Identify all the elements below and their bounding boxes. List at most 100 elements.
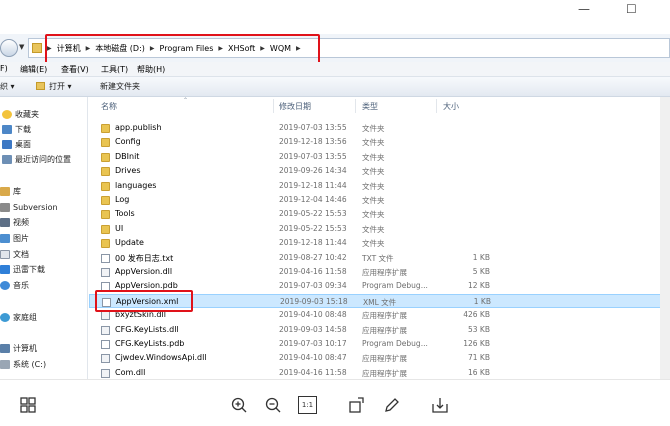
open-button[interactable]: 打开 ▾ xyxy=(36,81,72,92)
file-row-dbinit[interactable]: DBInit 2019-07-03 13:55 文件夹 xyxy=(89,150,670,164)
address-highlight-box xyxy=(45,34,320,65)
maximize-button[interactable]: ☐ xyxy=(626,2,637,16)
menu-view[interactable]: 查看(V) xyxy=(61,64,89,75)
file-date: 2019-09-26 14:34 xyxy=(279,166,347,176)
folder-icon xyxy=(32,43,42,53)
file-type: 文件夹 xyxy=(362,181,385,191)
music-library-icon xyxy=(0,280,10,290)
file-type: 应用程序扩展 xyxy=(362,368,407,378)
drive-icon xyxy=(0,359,10,369)
text-file-icon xyxy=(101,253,110,263)
vertical-scrollbar[interactable] xyxy=(660,97,670,379)
file-row-languages[interactable]: languages 2019-12-18 11:44 文件夹 xyxy=(89,179,670,193)
nav-item-thunder[interactable]: 迅雷下载 xyxy=(0,262,45,276)
thumbnail-grid-icon[interactable] xyxy=(19,396,37,414)
file-type: 文件夹 xyxy=(362,224,385,234)
thunder-download-icon xyxy=(0,264,10,274)
file-row-release-log[interactable]: 00 发布日志.txt 2019-08-27 10:42 TXT 文件 1 KB xyxy=(89,251,670,265)
file-date: 2019-04-10 08:47 xyxy=(279,353,347,363)
actual-size-button[interactable]: 1:1 xyxy=(298,396,317,414)
menu-edit[interactable]: 编辑(E) xyxy=(20,64,47,75)
file-type: XML 文件 xyxy=(363,297,397,307)
dropdown-arrow-icon: ▾ xyxy=(10,82,15,91)
nav-item-label: 家庭组 xyxy=(13,312,37,322)
nav-item-drive-c[interactable]: 系统 (C:) xyxy=(0,357,46,371)
navigation-pane: 收藏夹 下载 桌面 最近访问的位置 库 Subversion 视频 图片 文档 … xyxy=(0,97,88,379)
computer-icon xyxy=(0,343,10,353)
file-date: 2019-07-03 09:34 xyxy=(279,281,347,291)
file-row-cjwdev-windowsapi-dll[interactable]: Cjwdev.WindowsApi.dll 2019-04-10 08:47 应… xyxy=(89,351,670,365)
video-library-icon xyxy=(0,217,10,227)
file-row-update[interactable]: Update 2019-12-18 11:44 文件夹 xyxy=(89,236,670,250)
file-size: 71 KB xyxy=(468,353,490,363)
column-divider[interactable] xyxy=(273,99,274,113)
open-icon xyxy=(36,82,45,90)
nav-item-subversion[interactable]: Subversion xyxy=(0,200,58,214)
menu-tools[interactable]: 工具(T) xyxy=(101,64,128,75)
file-row-ui[interactable]: UI 2019-05-22 15:53 文件夹 xyxy=(89,222,670,236)
file-name: Cjwdev.WindowsApi.dll xyxy=(115,353,207,363)
nav-item-pictures[interactable]: 图片 xyxy=(0,231,29,245)
file-type: 应用程序扩展 xyxy=(362,354,407,364)
homegroup-icon xyxy=(0,312,10,322)
folder-icon xyxy=(101,124,110,133)
menu-help[interactable]: 帮助(H) xyxy=(137,64,165,75)
file-date: 2019-07-03 13:55 xyxy=(279,123,347,132)
nav-item-homegroup[interactable]: 家庭组 xyxy=(0,310,37,324)
file-type: Program Debug... xyxy=(362,281,428,291)
file-size: 16 KB xyxy=(468,367,490,377)
edit-pencil-icon[interactable] xyxy=(383,396,401,414)
menu-file[interactable]: F) xyxy=(0,64,8,73)
pdb-file-icon xyxy=(101,340,110,349)
nav-item-desktop[interactable]: 桌面 xyxy=(2,137,31,151)
file-type: 文件夹 xyxy=(362,210,385,220)
nav-item-recent[interactable]: 最近访问的位置 xyxy=(2,152,71,166)
file-name: AppVersion.dll xyxy=(115,267,173,276)
file-type: 文件夹 xyxy=(362,167,385,177)
open-label: 打开 xyxy=(49,82,65,91)
sort-caret-icon: ⌃ xyxy=(183,97,189,104)
file-type: 应用程序扩展 xyxy=(362,268,407,277)
rotate-icon[interactable] xyxy=(348,396,366,414)
nav-item-videos[interactable]: 视频 xyxy=(0,215,29,229)
file-type: 文件夹 xyxy=(362,138,385,148)
file-date: 2019-05-22 15:53 xyxy=(279,223,347,233)
organize-button[interactable]: 织 ▾ xyxy=(0,81,15,92)
dll-file-icon xyxy=(101,325,110,335)
minimize-button[interactable]: — xyxy=(578,2,590,16)
nav-item-documents[interactable]: 文档 xyxy=(0,247,29,261)
file-name: Drives xyxy=(115,166,141,176)
file-date: 2019-08-27 10:42 xyxy=(279,252,347,262)
back-button[interactable] xyxy=(0,39,18,57)
file-row-cfg-keylists-pdb[interactable]: CFG.KeyLists.pdb 2019-07-03 10:17 Progra… xyxy=(89,337,670,351)
file-name: languages xyxy=(115,180,157,190)
zoom-in-icon[interactable] xyxy=(230,396,248,414)
nav-item-label: 视频 xyxy=(13,217,29,227)
column-divider[interactable] xyxy=(355,99,356,113)
column-header-size[interactable]: 大小 xyxy=(443,101,459,112)
column-header-type[interactable]: 类型 xyxy=(362,101,378,112)
nav-item-computer[interactable]: 计算机 xyxy=(0,341,37,355)
download-icon[interactable] xyxy=(431,396,449,414)
file-row-log[interactable]: Log 2019-12-04 14:46 文件夹 xyxy=(89,193,670,207)
history-dropdown-icon[interactable]: ▼ xyxy=(19,43,24,51)
file-row-drives[interactable]: Drives 2019-09-26 14:34 文件夹 xyxy=(89,164,670,178)
column-divider[interactable] xyxy=(436,99,437,113)
column-header-date[interactable]: 修改日期 xyxy=(279,101,311,112)
file-list-pane: ⌃ 名称 修改日期 类型 大小 app.publish 2019-07-03 1… xyxy=(89,97,670,379)
nav-item-downloads[interactable]: 下载 xyxy=(2,122,31,136)
folder-icon xyxy=(101,181,110,191)
column-header-name[interactable]: 名称 xyxy=(101,101,117,112)
zoom-out-icon[interactable] xyxy=(264,396,282,414)
file-row-tools[interactable]: Tools 2019-05-22 15:53 文件夹 xyxy=(89,207,670,221)
nav-item-favorites[interactable]: 收藏夹 xyxy=(2,107,39,121)
nav-item-music[interactable]: 音乐 xyxy=(0,278,29,292)
file-type: 文件夹 xyxy=(362,152,385,162)
file-row-appversion-dll[interactable]: AppVersion.dll 2019-04-16 11:58 应用程序扩展 5… xyxy=(89,265,670,279)
file-row-cfg-keylists-dll[interactable]: CFG.KeyLists.dll 2019-09-03 14:58 应用程序扩展… xyxy=(89,323,670,337)
file-type: 文件夹 xyxy=(362,124,385,133)
nav-item-libraries[interactable]: 库 xyxy=(0,184,21,198)
file-row-app-publish[interactable]: app.publish 2019-07-03 13:55 文件夹 xyxy=(89,121,670,135)
new-folder-button[interactable]: 新建文件夹 xyxy=(100,81,140,92)
file-row-config[interactable]: Config 2019-12-18 13:56 文件夹 xyxy=(89,135,670,149)
